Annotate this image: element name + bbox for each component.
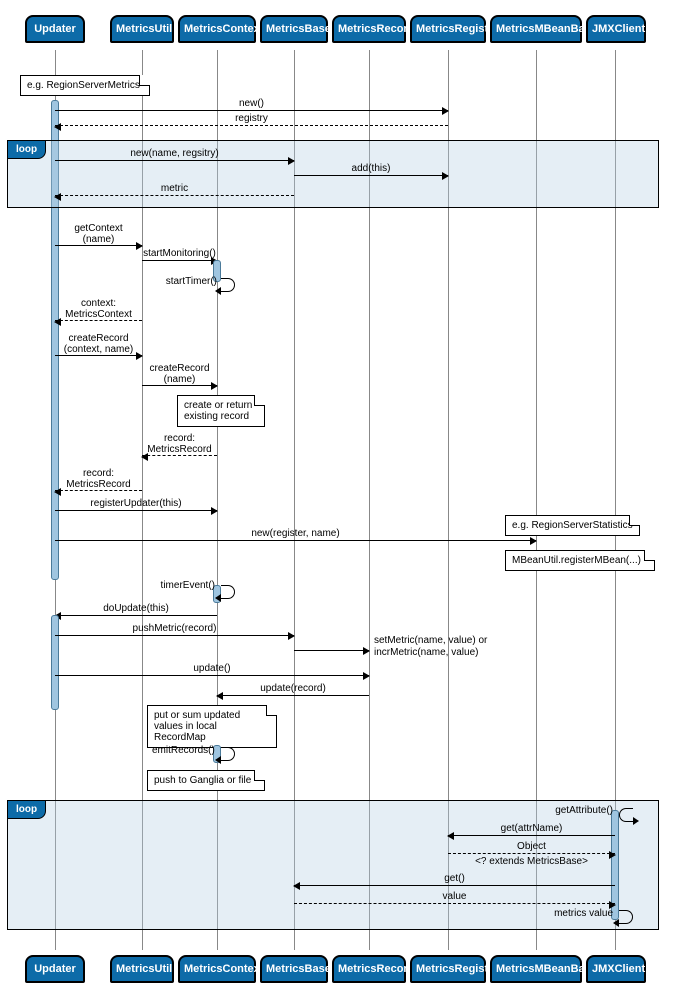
- msg-label: timerEvent(): [157, 580, 215, 591]
- participant-metricscontext-top: MetricsContext: [178, 15, 256, 43]
- note-put-sum: put or sum updated values in local Recor…: [147, 705, 277, 748]
- msg-label: Object: [448, 841, 615, 852]
- arrow: [142, 385, 217, 386]
- participant-metricsbase-top: MetricsBase: [260, 15, 328, 43]
- arrow: [55, 355, 142, 356]
- msg-label: MetricsRecord: [142, 444, 217, 455]
- arrow: [55, 490, 142, 491]
- arrow: [55, 615, 217, 616]
- msg-label: new(name, regsitry): [55, 148, 294, 159]
- participant-updater-top: Updater: [25, 15, 85, 43]
- self-loop: [619, 910, 633, 924]
- participant-metricsregistry-top: MetricsRegistry: [410, 15, 486, 43]
- msg-label: record:: [55, 468, 142, 479]
- self-loop: [221, 747, 235, 761]
- msg-label: incrMetric(name, value): [374, 647, 478, 658]
- msg-label: setMetric(name, value) or: [374, 635, 487, 646]
- msg-label: (name): [142, 374, 217, 385]
- participant-metricsrecord-bottom: MetricsRecord: [332, 955, 406, 983]
- arrow: [142, 455, 217, 456]
- arrow: [217, 695, 369, 696]
- arrow: [448, 835, 615, 836]
- msg-label: startMonitoring(): [142, 248, 217, 259]
- msg-label: registerUpdater(this): [55, 498, 217, 509]
- participant-jmxclient-top: JMXClient: [586, 15, 646, 43]
- participant-metricsutil-top: MetricsUtil: [110, 15, 174, 43]
- loop-label-1: loop: [7, 140, 46, 159]
- participant-updater-bottom: Updater: [25, 955, 85, 983]
- msg-label: <? extends MetricsBase>: [448, 856, 615, 867]
- arrow: [55, 675, 369, 676]
- arrow: [55, 320, 142, 321]
- participant-metricscontext-bottom: MetricsContext: [178, 955, 256, 983]
- participant-metricsregistry-bottom: MetricsRegistry: [410, 955, 486, 983]
- self-loop: [221, 585, 235, 599]
- msg-label: metrics value: [545, 908, 613, 919]
- arrow: [55, 245, 142, 246]
- arrow: [55, 160, 294, 161]
- msg-label: doUpdate(this): [55, 603, 217, 614]
- participant-metricsbase-bottom: MetricsBase: [260, 955, 328, 983]
- note-push-ganglia: push to Ganglia or file: [147, 770, 265, 791]
- note-create-return: create or return existing record: [177, 395, 265, 427]
- msg-label: update(): [55, 663, 369, 674]
- arrow: [55, 125, 448, 126]
- msg-label: context:: [55, 298, 142, 309]
- msg-label: (name): [55, 234, 142, 245]
- msg-label: getAttribute(): [545, 805, 613, 816]
- msg-label: getContext: [55, 223, 142, 234]
- msg-label: startTimer(): [162, 276, 217, 287]
- msg-label: record:: [142, 433, 217, 444]
- arrow: [55, 510, 217, 511]
- msg-label: get(attrName): [448, 823, 615, 834]
- msg-label: MetricsRecord: [55, 479, 142, 490]
- arrow: [142, 260, 217, 261]
- participant-jmxclient-bottom: JMXClient: [586, 955, 646, 983]
- participant-metricsutil-bottom: MetricsUtil: [110, 955, 174, 983]
- msg-label: registry: [55, 113, 448, 124]
- self-loop: [619, 808, 633, 822]
- note-mbeanutil: MBeanUtil.registerMBean(...): [505, 550, 655, 571]
- msg-label: metric: [55, 183, 294, 194]
- msg-label: new(register, name): [55, 528, 536, 539]
- arrow: [55, 635, 294, 636]
- arrow: [294, 650, 369, 651]
- msg-label: emitRecords(): [152, 745, 214, 756]
- arrow: [294, 885, 615, 886]
- arrow: [55, 110, 448, 111]
- arrow: [294, 903, 615, 904]
- participant-metricsmbeanbase-bottom: MetricsMBeanBase: [490, 955, 582, 983]
- self-loop: [221, 278, 235, 292]
- msg-label: update(record): [217, 683, 369, 694]
- arrow: [55, 195, 294, 196]
- msg-label: (context, name): [55, 344, 142, 355]
- msg-label: add(this): [294, 163, 448, 174]
- participant-metricsmbeanbase-top: MetricsMBeanBase: [490, 15, 582, 43]
- note-regionservermetrics: e.g. RegionServerMetrics: [20, 75, 150, 96]
- arrow: [294, 175, 448, 176]
- msg-label: createRecord: [142, 363, 217, 374]
- msg-label: new(): [55, 98, 448, 109]
- arrow: [448, 853, 615, 854]
- msg-label: MetricsContext: [55, 309, 142, 320]
- participant-metricsrecord-top: MetricsRecord: [332, 15, 406, 43]
- msg-label: value: [294, 891, 615, 902]
- arrow: [55, 540, 536, 541]
- msg-label: pushMetric(record): [55, 623, 294, 634]
- msg-label: createRecord: [55, 333, 142, 344]
- msg-label: get(): [294, 873, 615, 884]
- loop-label-2: loop: [7, 800, 46, 819]
